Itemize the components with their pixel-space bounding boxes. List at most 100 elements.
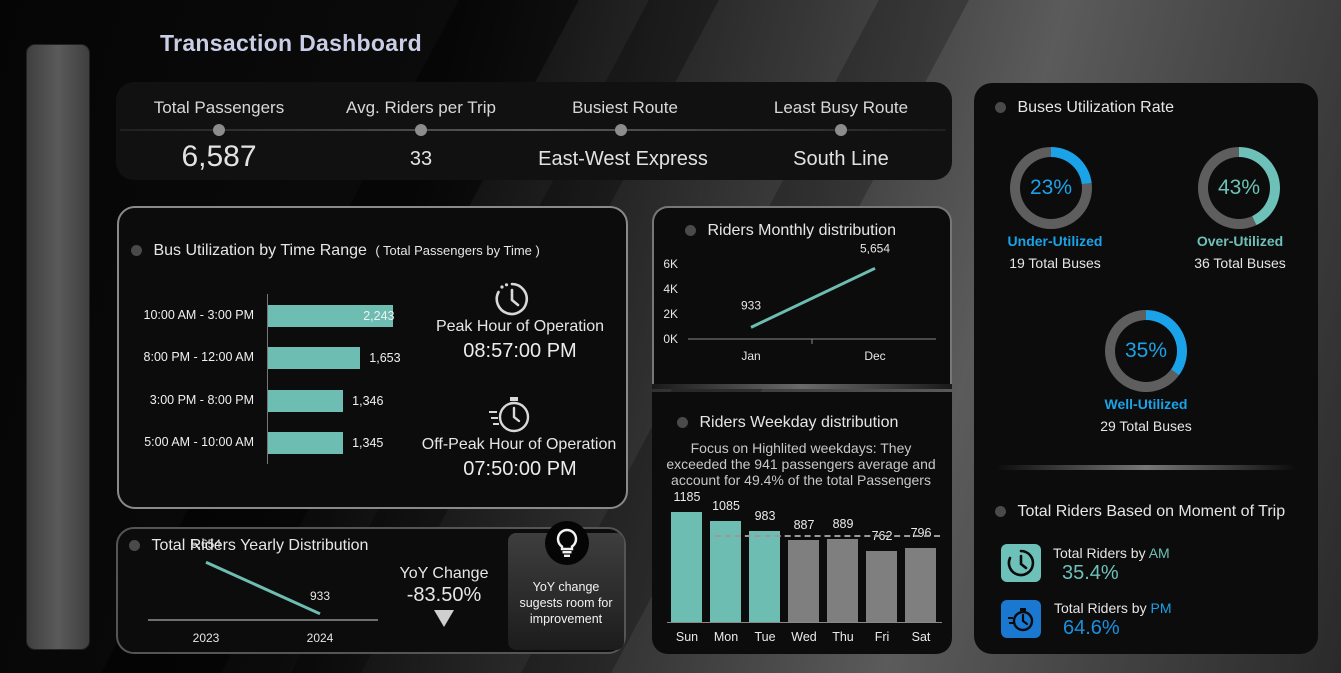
weekday-value: 983 (754, 508, 776, 523)
insight-card: YoY change sugests room for improvement (508, 521, 624, 650)
divider (652, 384, 952, 389)
over-utilized-pct: 43% (1208, 157, 1270, 219)
weekday-bar (749, 530, 780, 622)
time-range-value: 2,243 (363, 309, 395, 323)
weekday-bar (827, 539, 858, 622)
time-range-subtitle: ( Total Passengers by Time ) (375, 243, 540, 258)
monthly-line-chart: 0K 2K 4K 6K 933 Jan 5,654 Dec (663, 241, 936, 363)
divider (996, 465, 1296, 470)
weekday-label: Sat (911, 630, 931, 644)
pm-tag: PM (1150, 600, 1172, 616)
lightbulb-icon (545, 521, 589, 565)
weekday-label: Fri (874, 630, 890, 644)
am-label: Total Riders by AM (1053, 545, 1170, 561)
time-range-bar (268, 431, 344, 454)
kpi-busiest-route-label: Busiest Route (572, 98, 678, 117)
kpi-avg-riders-label: Avg. Riders per Trip (346, 98, 496, 117)
weekday-label: Tue (754, 630, 776, 644)
page-title: Transaction Dashboard (160, 30, 422, 56)
am-clock-icon (1001, 544, 1041, 582)
yoy-value: -83.50% (406, 584, 482, 606)
yearly-data-label: 933 (310, 589, 330, 603)
over-utilized-count: 36 Total Buses (1194, 255, 1286, 271)
sidebar[interactable] (26, 44, 90, 650)
kpi-busiest-route-value: East-West Express (538, 148, 708, 170)
time-range-value: 1,345 (352, 435, 384, 450)
time-range-panel: Bus Utilization by Time Range ( Total Pa… (117, 206, 628, 509)
weekday-header: Riders Weekday distribution (677, 414, 898, 432)
weekday-value: 887 (793, 517, 815, 532)
weekday-value: 796 (910, 526, 932, 541)
stopwatch-icon (487, 394, 533, 441)
weekday-note: Focus on Highlited weekdays: They exceed… (666, 440, 936, 488)
kpi-dot (835, 124, 847, 136)
kpi-strip: Total Passengers 6,587 Avg. Riders per T… (116, 82, 952, 180)
time-range-value: 1,653 (369, 351, 401, 366)
moment-header: Total Riders Based on Moment of Trip (995, 503, 1285, 521)
well-utilized-count: 29 Total Buses (1100, 418, 1192, 434)
offpeak-hour-label: Off-Peak Hour of Operation (421, 436, 617, 453)
kpi-least-busy-route-label: Least Busy Route (773, 98, 909, 117)
monthly-data-label: 5,654 (860, 241, 890, 255)
weekday-value: 889 (832, 517, 854, 532)
weekday-panel: Riders Weekday distribution Focus on Hig… (652, 392, 952, 654)
under-utilized-count: 19 Total Buses (1009, 255, 1101, 271)
yoy-label: YoY Change (399, 565, 489, 582)
average-line (715, 534, 940, 537)
yearly-line-chart: 5,654 2023 933 2024 (148, 537, 378, 645)
insight-text: YoY change sugests room for improvement (519, 580, 613, 626)
x-tick-label: Jan (741, 349, 760, 363)
kpi-least-busy-route-value: South Line (793, 148, 889, 170)
am-value: 35.4% (1062, 562, 1119, 584)
weekday-title: Riders Weekday distribution (699, 414, 899, 431)
over-utilized-ring: 43% (1198, 147, 1280, 229)
time-range-bar (268, 347, 361, 370)
yearly-data-label: 5,654 (191, 537, 221, 551)
y-tick-label: 0K (663, 332, 678, 346)
pm-prefix: Total Riders by (1054, 600, 1151, 616)
pm-label: Total Riders by PM (1054, 600, 1171, 616)
am-prefix: Total Riders by (1053, 545, 1149, 561)
over-utilized-label: Over-Utilized (1196, 233, 1284, 249)
weekday-bar (866, 551, 897, 622)
pm-stopwatch-icon (1001, 600, 1041, 638)
clock-icon (493, 280, 531, 323)
kpi-line (120, 129, 946, 131)
weekday-value: 1085 (712, 499, 740, 514)
y-tick-label: 4K (663, 282, 678, 296)
weekday-label: Thu (832, 630, 854, 644)
time-range-label: 10:00 AM - 3:00 PM (143, 308, 254, 322)
weekday-label: Sun (675, 630, 699, 644)
time-range-bar (268, 389, 344, 412)
peak-hour-label: Peak Hour of Operation (435, 318, 605, 335)
peak-hour-value: 08:57:00 PM (463, 340, 577, 362)
yearly-panel: Total Riders Yearly Distribution 5,654 20… (116, 521, 626, 654)
weekday-value: 1185 (673, 489, 701, 504)
under-utilized-ring: 23% (1010, 147, 1092, 229)
time-range-label: 3:00 PM - 8:00 PM (149, 392, 254, 407)
x-tick-label: Dec (864, 349, 885, 363)
well-utilized-ring: 35% (1105, 310, 1187, 392)
weekday-bar (788, 539, 819, 622)
time-range-label: 8:00 PM - 12:00 AM (143, 350, 254, 365)
time-range-header: Bus Utilization by Time Range ( Total Pa… (131, 242, 540, 260)
x-tick-label: 2024 (307, 631, 334, 645)
time-range-title: Bus Utilization by Time Range (153, 242, 367, 259)
y-tick-label: 6K (663, 257, 678, 271)
x-tick-label: 2023 (193, 631, 220, 645)
weekday-axis (667, 622, 942, 623)
kpi-total-passengers-label: Total Passengers (153, 98, 285, 117)
well-utilized-pct: 35% (1115, 320, 1177, 382)
bullet-dot (995, 506, 1006, 518)
bullet-dot (131, 245, 142, 257)
under-utilized-label: Under-Utilized (1007, 233, 1103, 249)
under-utilized-pct: 23% (1020, 157, 1082, 219)
weekday-label: Wed (791, 630, 817, 644)
yearly-series-line (205, 560, 321, 616)
offpeak-hour-value: 07:50:00 PM (463, 458, 577, 480)
kpi-dot (415, 124, 427, 136)
time-range-label: 5:00 AM - 10:00 AM (144, 434, 254, 449)
pm-value: 64.6% (1063, 617, 1120, 639)
bullet-dot (677, 417, 688, 429)
well-utilized-label: Well-Utilized (1104, 396, 1188, 412)
